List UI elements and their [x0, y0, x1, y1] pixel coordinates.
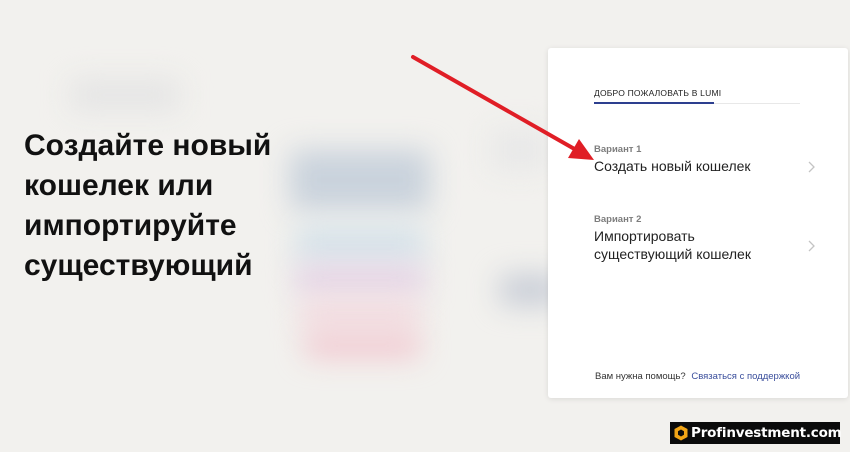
tab-active-indicator [594, 102, 714, 104]
chevron-right-icon [808, 161, 815, 173]
option-2-label: Вариант 2 [594, 214, 642, 225]
support-link[interactable]: Связаться с поддержкой [691, 371, 800, 382]
option-1-title: Создать новый кошелек [594, 158, 751, 174]
option-2-title: Импортировать существующий кошелек [594, 228, 751, 262]
page-headline: Создайте новый кошелек или импортируйте … [24, 129, 272, 282]
welcome-card: ДОБРО ПОЖАЛОВАТЬ В LUMI Вариант 1 Создат… [548, 48, 848, 398]
create-wallet-option[interactable]: Вариант 1 Создать новый кошелек [594, 144, 816, 184]
option-1-label: Вариант 1 [594, 144, 642, 155]
watermark-text: Profinvestment.com [691, 425, 842, 441]
watermark: Profinvestment.com [670, 422, 842, 444]
help-text: Вам нужна помощь? [595, 371, 686, 382]
profinvestment-logo-icon [674, 425, 688, 441]
help-line: Вам нужна помощь? Связаться с поддержкой [595, 371, 800, 382]
tab-welcome[interactable]: ДОБРО ПОЖАЛОВАТЬ В LUMI [594, 88, 721, 98]
import-wallet-option[interactable]: Вариант 2 Импортировать существующий кош… [594, 214, 816, 268]
chevron-right-icon [808, 240, 815, 252]
